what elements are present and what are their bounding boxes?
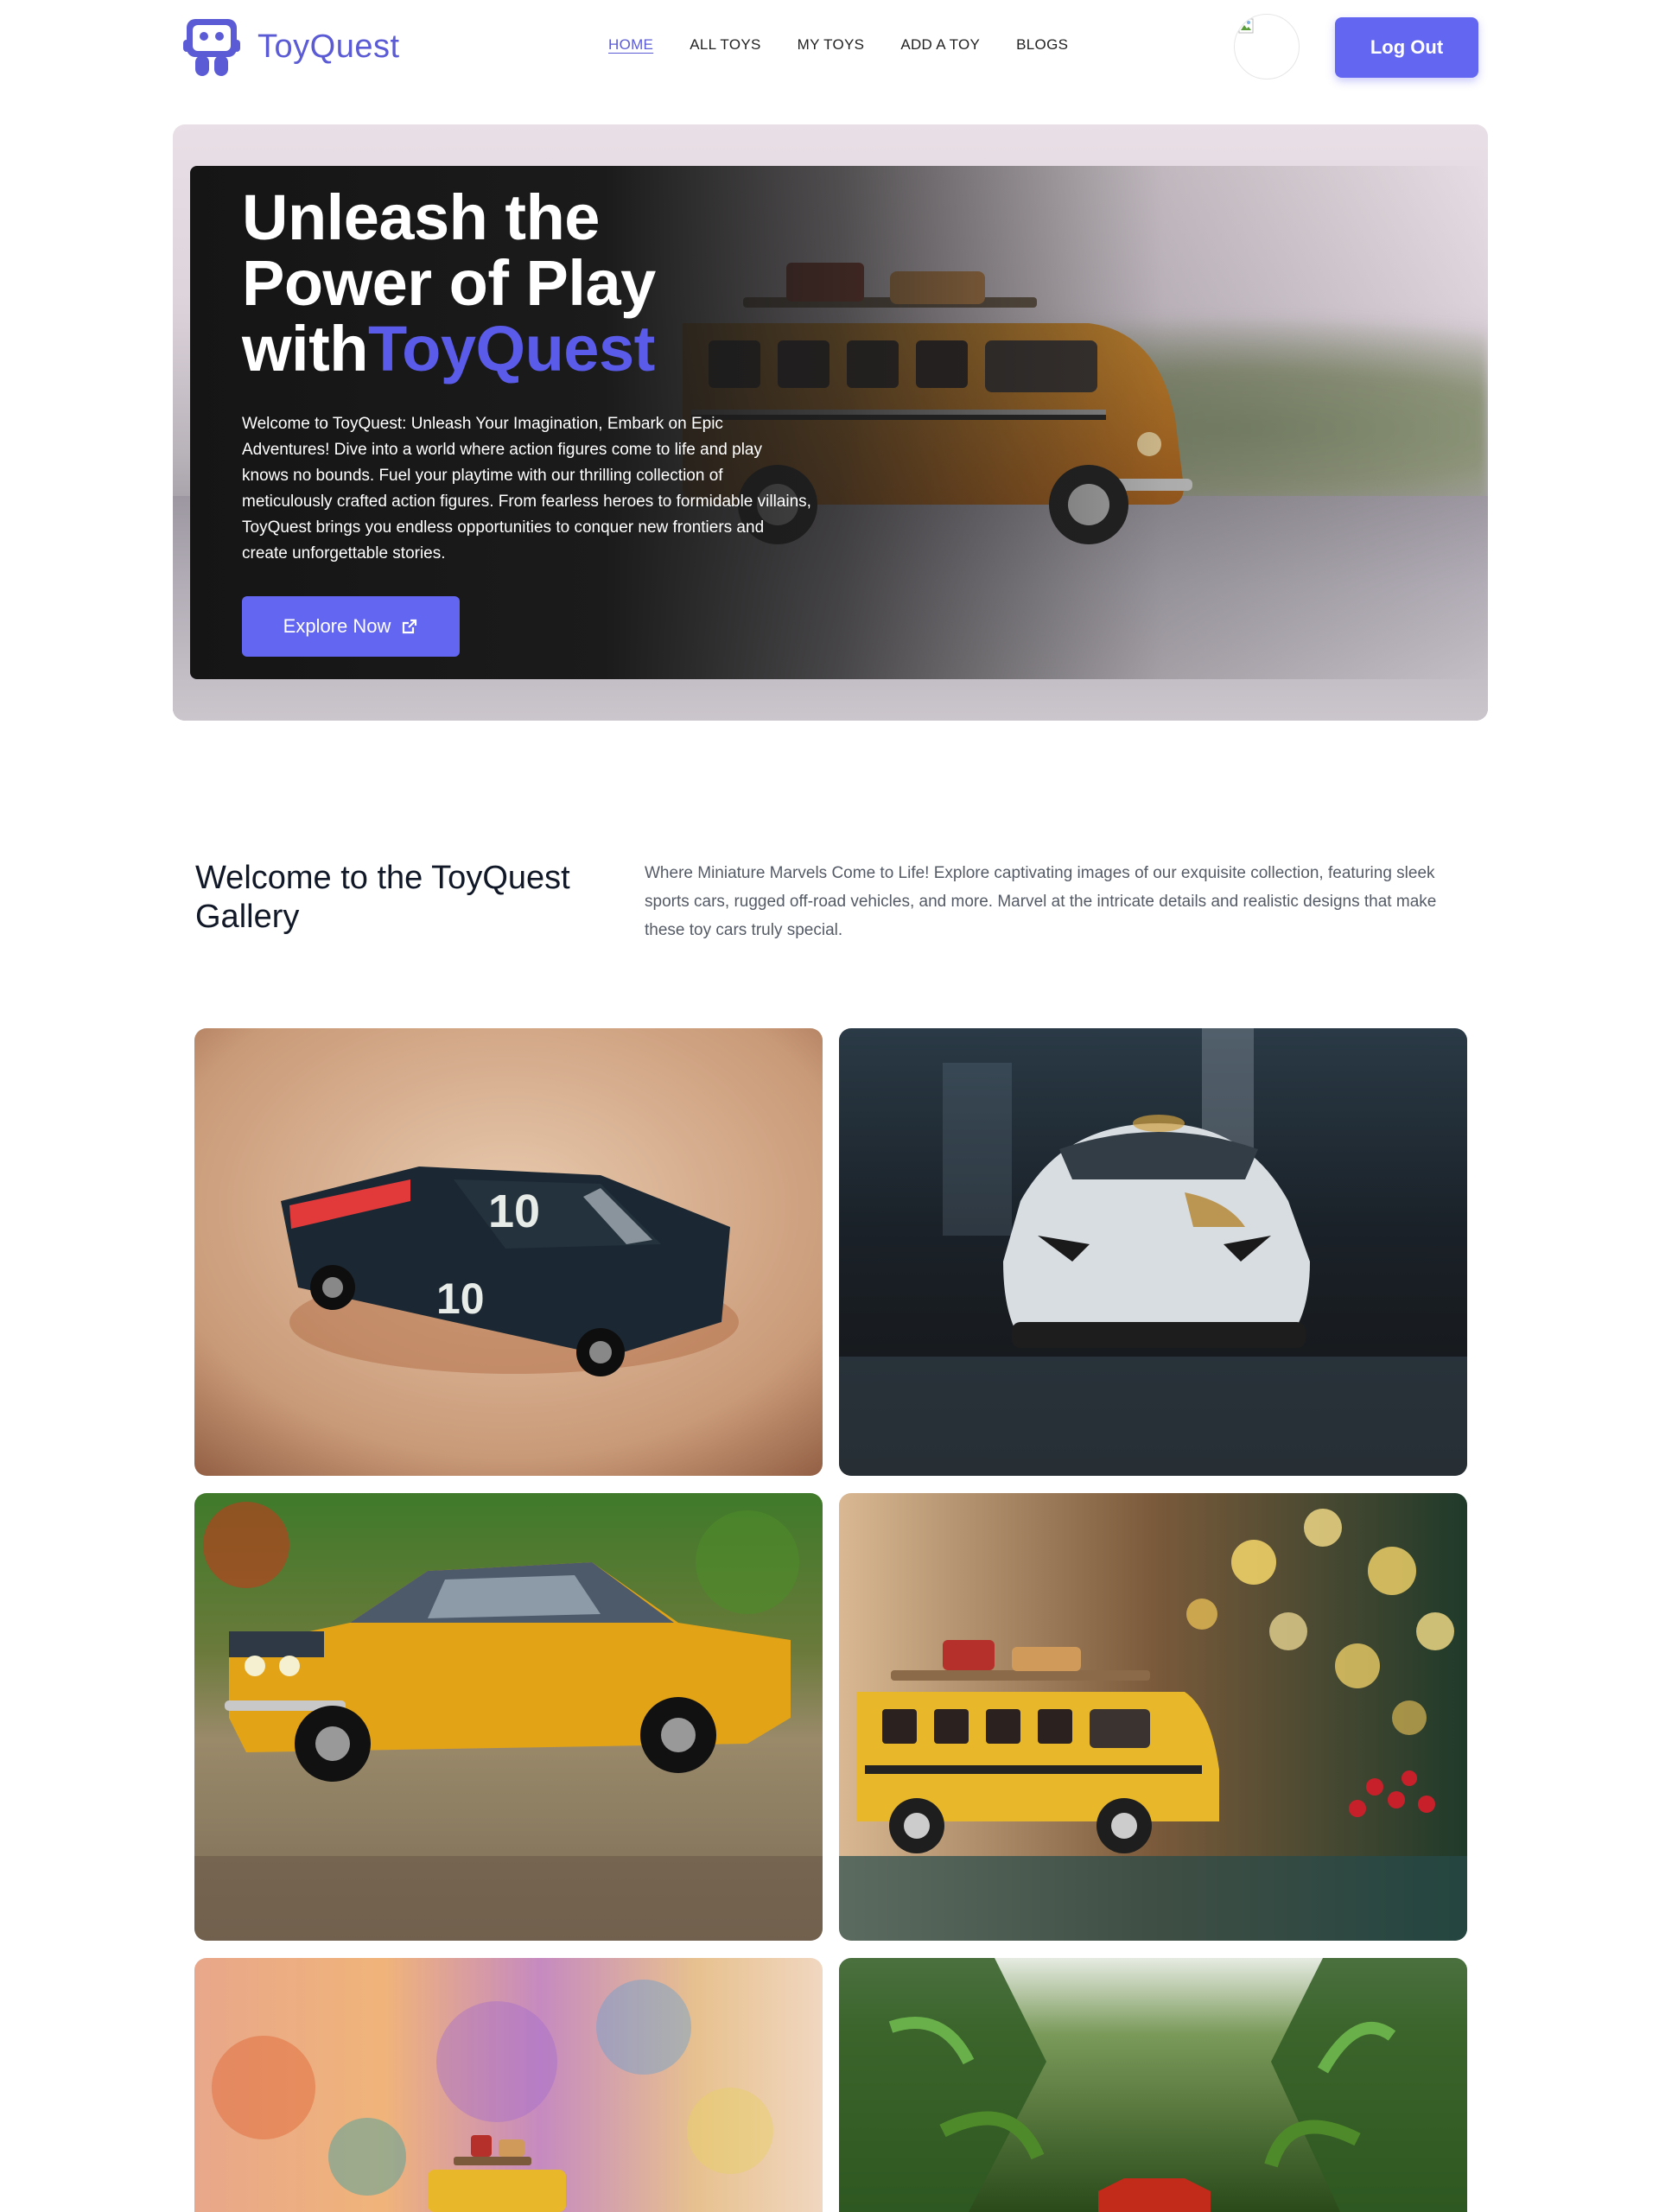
- gallery-description: Where Miniature Marvels Come to Life! Ex…: [645, 864, 1437, 939]
- hero-title-prefix: with: [242, 313, 368, 385]
- external-link-icon: [403, 619, 417, 634]
- hero-title: Unleash the Power of Play withToyQuest: [242, 185, 847, 382]
- broken-image-icon: [1238, 18, 1254, 34]
- race-car-number-top: 10: [488, 1185, 540, 1237]
- nav-links: HOME ALL TOYS MY TOYS ADD A TOY BLOGS: [608, 36, 1068, 54]
- explore-now-button[interactable]: Explore Now: [242, 596, 460, 657]
- hero-title-line-1: Unleash the: [242, 181, 600, 253]
- nav-link-blogs[interactable]: BLOGS: [1016, 36, 1068, 53]
- gallery-image-yellow-bus-holiday[interactable]: [839, 1493, 1467, 1941]
- navbar: ToyQuest HOME ALL TOYS MY TOYS ADD A TOY…: [0, 0, 1659, 93]
- hero-banner: Unleash the Power of Play withToyQuest W…: [173, 124, 1488, 721]
- nav-link-home[interactable]: HOME: [608, 36, 653, 53]
- hero-content: Unleash the Power of Play withToyQuest W…: [242, 185, 847, 657]
- gallery-title: Welcome to the ToyQuest Gallery: [195, 860, 570, 935]
- hero-title-accent: ToyQuest: [367, 313, 655, 385]
- toyquest-logo-icon: [181, 16, 242, 78]
- gallery-image-red-car-foliage[interactable]: [839, 1958, 1467, 2212]
- user-avatar[interactable]: [1234, 14, 1300, 79]
- nav-link-my-toys[interactable]: MY TOYS: [798, 36, 865, 53]
- gallery-image-race-car[interactable]: 10 10: [194, 1028, 823, 1476]
- race-car-number-side: 10: [436, 1274, 485, 1323]
- hero-description: Welcome to ToyQuest: Unleash Your Imagin…: [242, 415, 811, 563]
- gallery-image-white-car[interactable]: [839, 1028, 1467, 1476]
- brand-link[interactable]: ToyQuest: [181, 16, 400, 78]
- logout-button[interactable]: Log Out: [1335, 17, 1478, 78]
- hero-title-line-2: Power of Play: [242, 247, 656, 319]
- gallery-image-yellow-bus-colorful[interactable]: [194, 1958, 823, 2212]
- nav-link-add-a-toy[interactable]: ADD A TOY: [900, 36, 980, 53]
- nav-link-all-toys[interactable]: ALL TOYS: [690, 36, 760, 53]
- gallery-image-yellow-coupe[interactable]: [194, 1493, 823, 1941]
- brand-name: ToyQuest: [257, 28, 400, 65]
- explore-now-label: Explore Now: [283, 615, 391, 637]
